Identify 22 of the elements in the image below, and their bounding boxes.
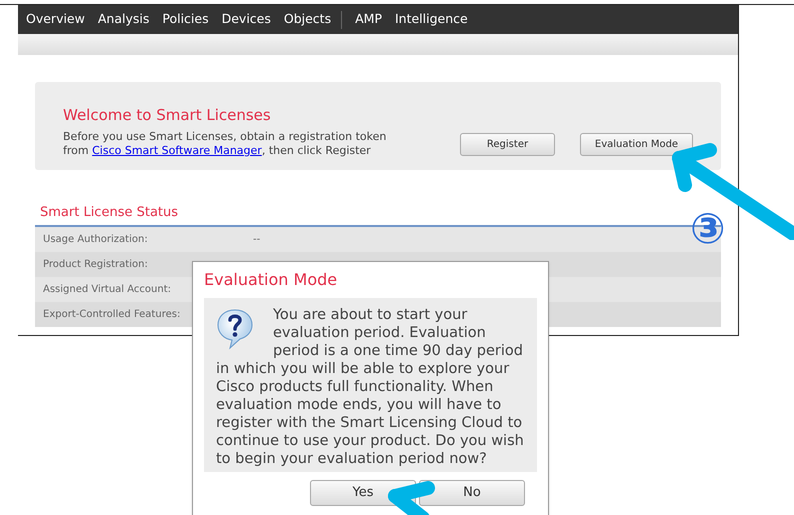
nav-tab[interactable]: AMP bbox=[355, 10, 382, 29]
nav-tab[interactable]: Policies bbox=[162, 10, 209, 29]
dialog-title: Evaluation Mode bbox=[204, 269, 338, 291]
question-icon bbox=[216, 308, 254, 350]
status-value: -- bbox=[253, 232, 260, 246]
welcome-title: Welcome to Smart Licenses bbox=[63, 104, 272, 126]
status-label: Export-Controlled Features: bbox=[43, 308, 182, 322]
nav-tab[interactable]: Devices bbox=[222, 10, 271, 29]
nav-tab[interactable]: Analysis bbox=[98, 10, 150, 29]
nav-tab[interactable]: Objects bbox=[284, 10, 332, 29]
dialog-message: in which you will be able to explore your Cisco products full functionality. When evaluation mode ends, you will have to register with the Smart Licensing Cloud to continue to use your product. Do you wish to begin your evaluation period now? bbox=[216, 360, 525, 468]
panel-button[interactable]: Register bbox=[460, 133, 555, 156]
status-label: Assigned Virtual Account: bbox=[43, 282, 172, 296]
status-label: Usage Authorization: bbox=[43, 232, 149, 246]
dialog-button[interactable]: No bbox=[419, 480, 525, 506]
manager-link[interactable]: Cisco Smart Software Manager bbox=[92, 144, 262, 157]
dialog-message: You are about to start your evaluation period. Evaluation period is a one time 90 day period bbox=[273, 306, 524, 360]
status-label: Product Registration: bbox=[43, 258, 149, 272]
panel-button[interactable]: Evaluation Mode bbox=[580, 133, 693, 156]
welcome-text: Before you use Smart Licenses, obtain a registration token from Cisco Smart Software Manager, then click Register bbox=[63, 130, 388, 158]
nav-tab[interactable]: Overview bbox=[26, 10, 85, 29]
nav-tab[interactable]: Intelligence bbox=[394, 10, 468, 29]
